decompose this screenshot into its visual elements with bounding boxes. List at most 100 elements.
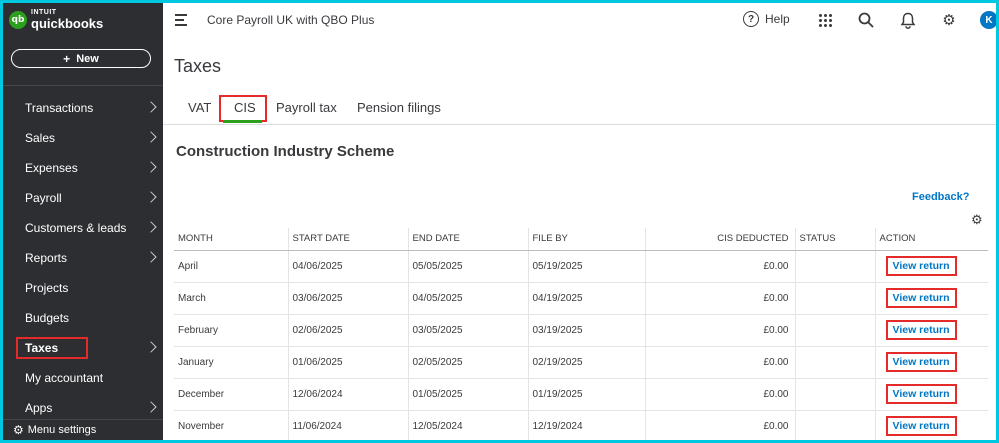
menu-settings-label: Menu settings — [27, 424, 97, 436]
cell-month: December — [174, 378, 288, 411]
cell-action: View return — [874, 410, 988, 440]
tab-payroll-tax[interactable]: Payroll tax — [276, 100, 337, 115]
table-row: March 03/06/2025 04/05/2025 04/19/2025 £… — [174, 282, 988, 315]
avatar[interactable]: K — [980, 11, 996, 29]
table-row: April 04/06/2025 05/05/2025 05/19/2025 £… — [174, 250, 988, 283]
cell-end-date: 12/05/2024 — [407, 410, 528, 440]
gear-icon: ⚙ — [13, 423, 24, 437]
logo-quickbooks-text: quickbooks — [31, 16, 104, 31]
sidebar-item-taxes[interactable]: Taxes — [3, 333, 163, 363]
chevron-right-icon — [145, 251, 157, 263]
cell-file-by: 01/19/2025 — [527, 378, 645, 411]
column-header-cis-deducted[interactable]: CIS DEDUCTED — [644, 228, 795, 251]
cell-month: April — [174, 250, 288, 283]
sidebar-item-label: Taxes — [16, 337, 89, 359]
apps-grid-icon[interactable] — [816, 11, 834, 29]
cell-cis-deducted: £0.00 — [644, 282, 795, 315]
menu-settings-link[interactable]: ⚙ Menu settings — [3, 419, 163, 440]
tab-vat[interactable]: VAT — [188, 100, 211, 115]
column-header-status[interactable]: STATUS — [794, 228, 875, 251]
cell-start-date: 04/06/2025 — [287, 250, 408, 283]
tab-cis[interactable]: CIS — [234, 100, 256, 115]
column-header-month[interactable]: MONTH — [174, 228, 288, 251]
cell-start-date: 02/06/2025 — [287, 314, 408, 347]
chevron-right-icon — [145, 161, 157, 173]
cell-status — [794, 282, 875, 315]
cell-start-date: 12/06/2024 — [287, 378, 408, 411]
sidebar-divider — [3, 85, 163, 86]
sidebar-item-label: Sales — [25, 131, 56, 145]
cell-status — [794, 314, 875, 347]
cell-end-date: 05/05/2025 — [407, 250, 528, 283]
cell-cis-deducted: £0.00 — [644, 410, 795, 440]
sidebar-item-sales[interactable]: Sales — [3, 123, 163, 153]
logo-intuit-text: INTUIT — [31, 9, 57, 16]
cell-file-by: 12/19/2024 — [527, 410, 645, 440]
column-header-file-by[interactable]: FILE BY — [527, 228, 645, 251]
tab-pension-filings[interactable]: Pension filings — [357, 100, 441, 115]
sidebar-item-payroll[interactable]: Payroll — [3, 183, 163, 213]
cell-end-date: 01/05/2025 — [407, 378, 528, 411]
sidebar-item-projects[interactable]: Projects — [3, 273, 163, 303]
cell-action: View return — [874, 346, 988, 379]
top-header: Core Payroll UK with QBO Plus ? Help ⚙ K — [163, 3, 996, 37]
tab-bar: VAT CIS Payroll tax Pension filings — [163, 95, 996, 125]
cell-action: View return — [874, 282, 988, 315]
cell-status — [794, 346, 875, 379]
cell-action: View return — [874, 250, 988, 283]
chevron-right-icon — [145, 191, 157, 203]
menu-toggle-icon[interactable] — [175, 13, 191, 27]
cell-action: View return — [874, 378, 988, 411]
view-return-link[interactable]: View return — [885, 256, 957, 276]
cell-month: February — [174, 314, 288, 347]
column-header-start-date[interactable]: START DATE — [287, 228, 408, 251]
search-icon[interactable] — [857, 11, 875, 29]
sidebar-item-reports[interactable]: Reports — [3, 243, 163, 273]
new-button[interactable]: + New — [11, 49, 151, 68]
quickbooks-logo[interactable]: qb INTUIT quickbooks — [9, 9, 103, 30]
view-return-link[interactable]: View return — [885, 352, 957, 372]
view-return-link[interactable]: View return — [885, 320, 957, 340]
sidebar-item-label: Budgets — [25, 311, 70, 325]
bell-icon[interactable] — [899, 11, 917, 29]
sidebar-item-label: Expenses — [25, 161, 78, 175]
sidebar-item-label: My accountant — [25, 371, 104, 385]
app-window: qb INTUIT quickbooks + New Transactions … — [3, 3, 996, 440]
table-header-row: MONTH START DATE END DATE FILE BY CIS DE… — [174, 228, 988, 251]
cell-cis-deducted: £0.00 — [644, 250, 795, 283]
cell-end-date: 04/05/2025 — [407, 282, 528, 315]
view-return-link[interactable]: View return — [885, 416, 957, 436]
chevron-right-icon — [145, 341, 157, 353]
qb-logo-icon: qb — [9, 10, 27, 29]
cis-table: MONTH START DATE END DATE FILE BY CIS DE… — [174, 228, 988, 440]
table-row: November 11/06/2024 12/05/2024 12/19/202… — [174, 410, 988, 440]
new-button-label: New — [76, 52, 99, 65]
cell-month: March — [174, 282, 288, 315]
feedback-link[interactable]: Feedback? — [912, 191, 969, 203]
cell-start-date: 01/06/2025 — [287, 346, 408, 379]
sidebar: qb INTUIT quickbooks + New Transactions … — [3, 3, 163, 440]
sidebar-item-label: Transactions — [25, 101, 94, 115]
cell-end-date: 02/05/2025 — [407, 346, 528, 379]
section-title: Construction Industry Scheme — [176, 143, 395, 160]
sidebar-item-label: Customers & leads — [25, 221, 127, 235]
help-button[interactable]: ? Help — [743, 11, 790, 27]
help-icon: ? — [743, 11, 759, 27]
cell-status — [794, 410, 875, 440]
column-header-end-date[interactable]: END DATE — [407, 228, 528, 251]
sidebar-item-my-accountant[interactable]: My accountant — [3, 363, 163, 393]
page-title: Taxes — [174, 56, 222, 76]
cell-action: View return — [874, 314, 988, 347]
column-header-action: ACTION — [874, 228, 988, 251]
view-return-link[interactable]: View return — [885, 288, 957, 308]
sidebar-item-budgets[interactable]: Budgets — [3, 303, 163, 333]
chevron-right-icon — [145, 131, 157, 143]
sidebar-item-expenses[interactable]: Expenses — [3, 153, 163, 183]
cell-end-date: 03/05/2025 — [407, 314, 528, 347]
table-row: January 01/06/2025 02/05/2025 02/19/2025… — [174, 346, 988, 379]
gear-icon[interactable]: ⚙ — [940, 11, 958, 29]
sidebar-item-transactions[interactable]: Transactions — [3, 93, 163, 123]
view-return-link[interactable]: View return — [885, 384, 957, 404]
table-settings-gear-icon[interactable]: ⚙ — [971, 212, 983, 228]
sidebar-item-customers-leads[interactable]: Customers & leads — [3, 213, 163, 243]
